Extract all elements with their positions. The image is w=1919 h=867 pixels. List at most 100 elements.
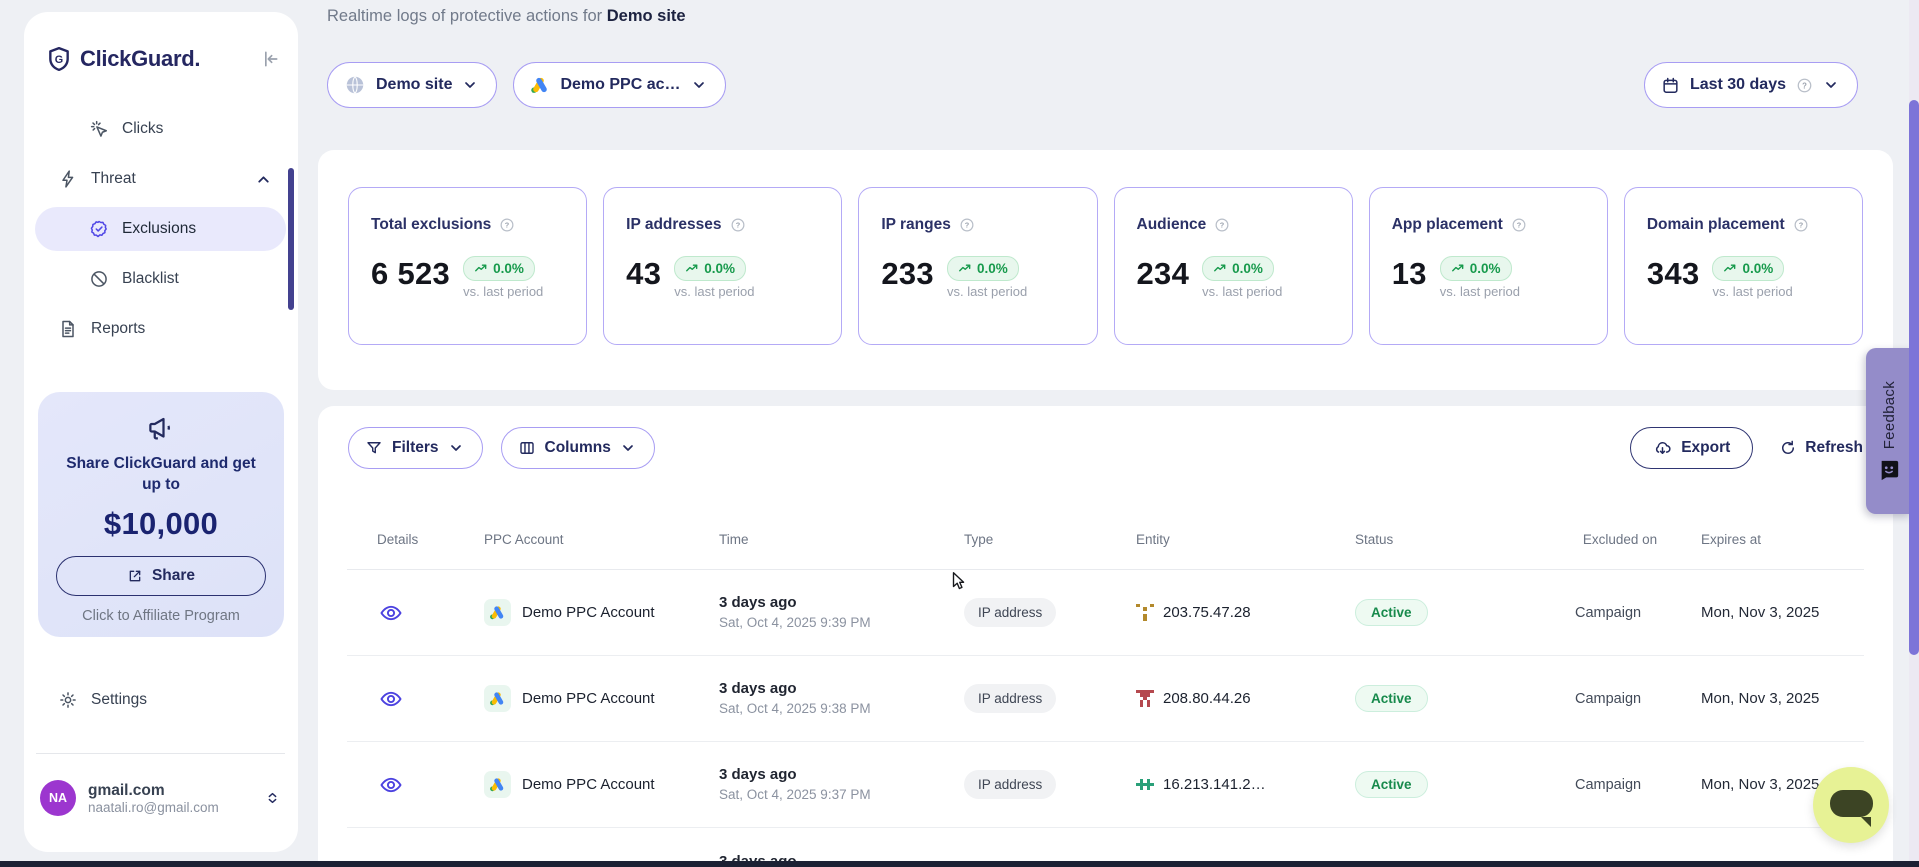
sidebar-divider	[36, 753, 285, 754]
affiliate-link[interactable]: Click to Affiliate Program	[56, 608, 266, 624]
stat-label: Audience	[1137, 216, 1207, 234]
help-icon[interactable]: ?	[1214, 217, 1230, 233]
stat-label: Domain placement	[1647, 216, 1785, 234]
trend-value: 0.0%	[1470, 261, 1501, 276]
svg-text:?: ?	[1798, 221, 1803, 230]
svg-text:?: ?	[1220, 221, 1225, 230]
funnel-icon	[365, 439, 383, 457]
stat-card-app-placement: App placement?130.0%vs. last period	[1369, 187, 1608, 345]
row-details-eye-icon[interactable]	[379, 773, 484, 797]
brand-name: ClickGuard.	[80, 46, 252, 72]
top-controls: Demo site Demo PPC ac… Last 30 days ?	[327, 62, 1893, 108]
calendar-icon	[1661, 76, 1680, 95]
expires-at-value: Mon, Nov 3, 2025	[1701, 690, 1864, 707]
entity-identicon	[1136, 604, 1154, 622]
refresh-label: Refresh	[1805, 439, 1863, 457]
help-icon[interactable]: ?	[1793, 217, 1809, 233]
svg-text:?: ?	[1802, 81, 1807, 90]
stat-card-audience: Audience? 234 0.0% vs. last period	[1114, 187, 1353, 345]
trend-up-icon	[1451, 262, 1465, 276]
trend-caption: vs. last period	[463, 284, 543, 299]
stat-label: IP addresses	[626, 216, 721, 234]
trend-up-icon	[958, 262, 972, 276]
google-ads-icon	[484, 685, 511, 712]
page-subtitle: Realtime logs of protective actions for …	[327, 7, 686, 26]
sidebar-item-settings[interactable]: Settings	[35, 678, 286, 722]
promo-headline: Share ClickGuard and get up to	[56, 454, 266, 496]
trend-caption: vs. last period	[1712, 284, 1792, 299]
columns-dropdown[interactable]: Columns	[501, 427, 655, 469]
sidebar-item-label: Reports	[91, 320, 145, 338]
avatar: NA	[40, 780, 76, 816]
table-toolbar: Filters Columns Export Refresh	[318, 406, 1893, 469]
chevron-down-icon	[1823, 77, 1839, 93]
help-icon[interactable]: ?	[730, 217, 746, 233]
trend-badge: 0.0%	[947, 256, 1019, 281]
subtitle-prefix: Realtime logs of protective actions for	[327, 7, 602, 25]
site-selector-value: Demo site	[376, 76, 452, 94]
stats-cards: Total exclusions?6 5230.0%vs. last perio…	[318, 150, 1893, 345]
stats-panel: Total exclusions?6 5230.0%vs. last perio…	[318, 150, 1893, 390]
chat-bubble-icon	[1830, 790, 1873, 817]
chat-bubble-tail	[1861, 817, 1871, 827]
row-details-eye-icon[interactable]	[379, 687, 484, 711]
help-icon[interactable]: ?	[1511, 217, 1527, 233]
cursor-click-icon	[89, 119, 109, 139]
trend-badge: 0.0%	[1440, 256, 1512, 281]
stat-value: 6 523	[371, 254, 450, 294]
trend-badge: 0.0%	[1202, 256, 1274, 281]
account-switcher[interactable]: NA gmail.com naatali.ro@gmail.com	[40, 780, 286, 816]
sidebar-item-label: Threat	[91, 170, 136, 188]
entity-value: 208.80.44.26	[1163, 690, 1251, 707]
expires-at-value: Mon, Nov 3, 2025	[1701, 604, 1864, 621]
column-header-expires-at: Expires at	[1701, 532, 1864, 547]
help-icon[interactable]: ?	[499, 217, 515, 233]
page-scrollbar-thumb[interactable]	[1909, 100, 1919, 655]
chat-widget-button[interactable]	[1813, 767, 1889, 843]
excluded-on-value: Campaign	[1575, 777, 1701, 793]
ppc-account-name: Demo PPC Account	[522, 776, 655, 793]
chevron-up-icon	[255, 171, 272, 188]
filters-dropdown[interactable]: Filters	[348, 427, 483, 469]
share-button[interactable]: Share	[56, 556, 266, 596]
help-icon[interactable]: ?	[1796, 77, 1813, 94]
sidebar-item-blacklist[interactable]: Blacklist	[35, 257, 286, 301]
svg-text:?: ?	[505, 221, 510, 230]
trend-up-icon	[685, 262, 699, 276]
exclusions-table-panel: Filters Columns Export Refresh DetailsPP…	[318, 406, 1893, 867]
sidebar-collapse-icon[interactable]	[260, 49, 280, 69]
help-icon[interactable]: ?	[959, 217, 975, 233]
date-range-dropdown[interactable]: Last 30 days ?	[1644, 62, 1858, 108]
chevrons-updown-icon	[265, 789, 286, 807]
trend-caption: vs. last period	[1202, 284, 1282, 299]
subtitle-site: Demo site	[607, 7, 686, 25]
trend-up-icon	[474, 262, 488, 276]
account-selector-value: Demo PPC ac…	[560, 76, 680, 94]
ppc-account-name: Demo PPC Account	[522, 604, 655, 621]
feedback-smiley-icon	[1878, 459, 1900, 481]
site-selector-dropdown[interactable]: Demo site	[327, 62, 497, 108]
page-scrollbar[interactable]	[1909, 0, 1919, 867]
export-button[interactable]: Export	[1630, 427, 1753, 469]
entity-value: 203.75.47.28	[1163, 604, 1251, 621]
google-ads-icon	[484, 599, 511, 626]
file-text-icon	[58, 319, 78, 339]
stat-value: 43	[626, 254, 661, 294]
sidebar-item-label: Exclusions	[122, 220, 196, 238]
refresh-button[interactable]: Refresh	[1779, 439, 1863, 457]
time-absolute: Sat, Oct 4, 2025 9:37 PM	[719, 787, 964, 803]
feedback-tab[interactable]: Feedback	[1866, 348, 1912, 514]
google-ads-icon	[530, 75, 550, 95]
stat-value: 234	[1137, 254, 1190, 294]
trend-badge: 0.0%	[674, 256, 746, 281]
sidebar-item-clicks[interactable]: Clicks	[35, 107, 286, 151]
stat-value: 13	[1392, 254, 1427, 294]
sidebar-item-exclusions[interactable]: Exclusions	[35, 207, 286, 251]
account-selector-dropdown[interactable]: Demo PPC ac…	[513, 62, 725, 108]
sidebar-item-threat[interactable]: Threat	[35, 157, 286, 201]
column-header-type: Type	[964, 532, 1136, 547]
chevron-down-icon	[462, 77, 478, 93]
row-details-eye-icon[interactable]	[379, 601, 484, 625]
sidebar-item-reports[interactable]: Reports	[35, 307, 286, 351]
sidebar-scrollbar-thumb[interactable]	[288, 168, 294, 310]
